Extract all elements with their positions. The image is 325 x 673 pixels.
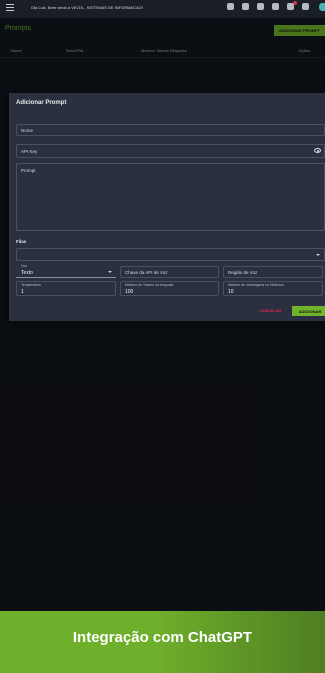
- max-messages-value: 10: [228, 289, 234, 295]
- menu-icon[interactable]: [6, 4, 14, 12]
- greeting-text: Olá Luiz, Bem vindo a VELTA - SISTEMAS D…: [31, 5, 143, 10]
- topbar-icons: [227, 1, 323, 10]
- voice-region-label: Região de Voz: [228, 270, 258, 275]
- refresh-icon[interactable]: [257, 3, 264, 10]
- max-messages-label: Máximo de mensagens no Histórico: [228, 283, 284, 287]
- voice-select-label: Voz: [21, 264, 27, 268]
- api-key-field[interactable]: API Key: [16, 144, 325, 158]
- voice-select-value: Texto: [21, 270, 33, 276]
- add-prompt-dialog: Adicionar Prompt Nome API Key Prompt Fil…: [9, 93, 325, 321]
- max-tokens-field[interactable]: Máximo de Tokens na resposta 100: [120, 281, 219, 296]
- notification-badge: [293, 1, 297, 5]
- messages-icon[interactable]: [302, 3, 309, 10]
- cancel-button[interactable]: CANCELAR: [259, 308, 281, 313]
- temperature-value: 1: [21, 289, 24, 295]
- chevron-down-icon: [316, 254, 320, 256]
- max-tokens-value: 100: [125, 289, 134, 295]
- voice-region-field[interactable]: Região de Voz: [223, 266, 323, 278]
- max-tokens-label: Máximo de Tokens na resposta: [125, 283, 174, 287]
- voice-select[interactable]: Voz Texto: [16, 264, 116, 278]
- dialog-title: Adicionar Prompt: [16, 100, 67, 106]
- queues-label: Filas: [16, 239, 27, 244]
- submit-button[interactable]: ADICIONAR: [292, 306, 325, 316]
- banner-text: Integração com ChatGPT: [72, 629, 253, 646]
- prompt-textarea-label: Prompt: [21, 168, 36, 173]
- chat-icon[interactable]: [272, 3, 279, 10]
- eye-icon[interactable]: [314, 148, 321, 153]
- queues-select[interactable]: [16, 248, 325, 261]
- max-messages-field[interactable]: Máximo de mensagens no Histórico 10: [223, 281, 323, 296]
- temperature-field[interactable]: Temperatura 1: [16, 281, 116, 296]
- notification-bell-icon[interactable]: [287, 1, 297, 10]
- app-topbar: Olá Luiz, Bem vindo a VELTA - SISTEMAS D…: [0, 0, 325, 18]
- api-key-field-label: API Key: [21, 149, 38, 154]
- chevron-down-icon: [108, 271, 112, 273]
- volume-icon[interactable]: [242, 3, 249, 10]
- temperature-label: Temperatura: [21, 283, 41, 287]
- voice-api-key-label: Chave da API de Voz: [125, 270, 168, 275]
- avatar[interactable]: [319, 3, 325, 11]
- prompt-textarea[interactable]: Prompt: [16, 163, 325, 231]
- name-field[interactable]: Nome: [16, 124, 325, 136]
- promo-banner: Integração com ChatGPT: [0, 611, 325, 673]
- voice-api-key-field[interactable]: Chave da API de Voz: [120, 266, 219, 278]
- name-field-label: Nome: [21, 128, 34, 133]
- settings-icon[interactable]: [227, 3, 234, 10]
